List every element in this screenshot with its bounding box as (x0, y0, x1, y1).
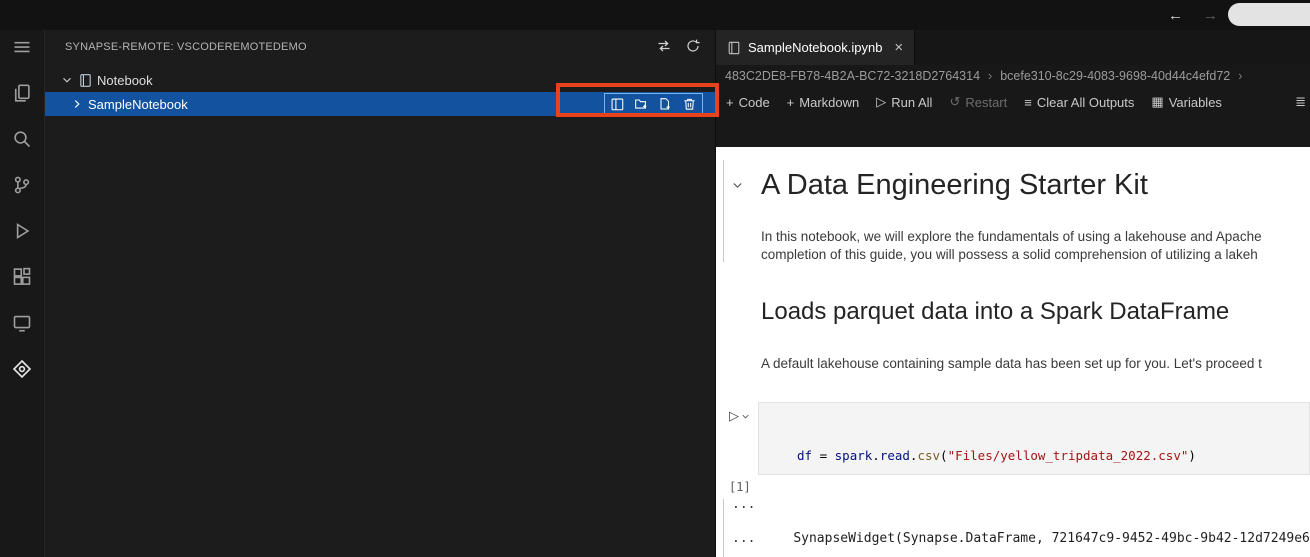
output-collapsed-toggle[interactable]: ... (732, 531, 755, 546)
tab-label: SampleNotebook.ipynb (748, 40, 883, 55)
menu-icon (14, 41, 30, 53)
refresh-icon (687, 39, 700, 52)
plus-icon: + (786, 94, 795, 110)
delete-button[interactable] (682, 97, 697, 112)
execution-count: [1] (729, 480, 751, 494)
markdown-h1: A Data Engineering Starter Kit (761, 169, 1148, 201)
button-label: Code (738, 94, 770, 110)
sidebar: SYNAPSE-REMOTE: VSCODEREMOTEDEMO Noteboo… (45, 30, 715, 557)
run-debug-icon (16, 223, 30, 239)
forward-icon[interactable]: → (1203, 7, 1218, 24)
trash-icon (684, 98, 695, 110)
notebook-toolbar: + Code + Markdown ▷ Run All ↺ Restart ≡ … (716, 87, 1310, 117)
search-box[interactable] (1228, 3, 1310, 26)
activity-bar (0, 30, 45, 557)
sidebar-title: SYNAPSE-REMOTE: VSCODEREMOTEDEMO (65, 41, 307, 53)
output-text: SynapseWidget(Synapse.DataFrame, 721647c… (793, 531, 1310, 546)
activitybar-run-debug[interactable] (5, 214, 39, 248)
close-icon[interactable]: × (894, 39, 903, 56)
back-icon[interactable]: ← (1168, 7, 1183, 24)
tab-samplenotebook[interactable]: SampleNotebook.ipynb × (716, 30, 916, 65)
breadcrumb-item[interactable]: bcefe310-8c29-4083-9698-40d44c4efd72 (1000, 69, 1230, 83)
extensions-icon (13, 267, 31, 285)
button-label: Run All (891, 94, 933, 110)
nav-history: ← → (1168, 0, 1218, 30)
new-file-icon (660, 97, 670, 110)
notebook-content: A Data Engineering Starter Kit In this n… (716, 147, 1310, 557)
output-collapsed-toggle[interactable]: ... (732, 497, 755, 512)
variables-icon: ▦ (1151, 94, 1164, 109)
activitybar-source-control[interactable] (5, 168, 39, 202)
activitybar-explorer[interactable] (5, 76, 39, 110)
vscode-window: ← → SYNAPSE-REMOTE: VSCODEREMOTEDEMO Not… (0, 0, 1310, 557)
activitybar-remote-explorer[interactable] (5, 306, 39, 340)
code-cell[interactable]: df = spark.read.csv("Files/yellow_tripda… (758, 402, 1310, 475)
clear-all-outputs-button[interactable]: ≡ Clear All Outputs (1024, 95, 1134, 110)
button-label: Clear All Outputs (1036, 94, 1135, 110)
code-line-1: df = spark.read.csv("Files/yellow_tripda… (797, 448, 1196, 463)
tree-item-samplenotebook[interactable]: SampleNotebook (45, 92, 715, 116)
menu-button[interactable] (5, 30, 39, 64)
tree-item-inline-actions (604, 93, 703, 115)
switch-workspace-button[interactable] (656, 38, 672, 57)
chevron-down-icon[interactable] (731, 179, 744, 192)
breadcrumb-item[interactable]: 483C2DE8-FB78-4B2A-BC72-3218D2764314 (725, 69, 980, 83)
swap-arrows-icon (658, 40, 670, 51)
tab-bar: SampleNotebook.ipynb × (716, 30, 1310, 65)
remote-explorer-icon (13, 315, 31, 332)
new-file-button[interactable] (658, 97, 673, 112)
add-markdown-button[interactable]: + Markdown (787, 95, 860, 110)
output-row: ... SynapseWidget(Synapse.DataFrame, 721… (732, 531, 1310, 546)
play-icon: ▷ (876, 94, 887, 109)
tree-item-label: Notebook (97, 72, 153, 88)
cell-border (723, 160, 724, 262)
chevron-down-icon (742, 414, 749, 419)
restart-button[interactable]: ↺ Restart (949, 94, 1007, 110)
markdown-paragraph: In this notebook, we will explore the fu… (761, 228, 1262, 263)
cell-border (723, 499, 724, 557)
markdown-paragraph: A default lakehouse containing sample da… (761, 356, 1262, 371)
breadcrumb: 483C2DE8-FB78-4B2A-BC72-3218D2764314 › b… (716, 65, 1310, 87)
chevron-right-icon: › (988, 69, 993, 83)
button-label: Markdown (799, 94, 860, 110)
open-notebook-icon (611, 98, 624, 110)
tree-item-notebook[interactable]: Notebook (45, 68, 715, 92)
sidebar-actions (656, 38, 701, 57)
activitybar-search[interactable] (5, 122, 39, 156)
add-code-button[interactable]: + Code (726, 95, 770, 110)
search-icon (14, 131, 31, 148)
new-folder-button[interactable] (634, 97, 649, 112)
notebook-icon (80, 73, 91, 87)
activitybar-extensions[interactable] (5, 260, 39, 294)
paragraph-line: completion of this guide, you will posse… (761, 246, 1258, 262)
editor-area: SampleNotebook.ipynb × 483C2DE8-FB78-4B2… (715, 30, 1310, 557)
activitybar-synapse[interactable] (5, 352, 39, 386)
button-label: Restart (965, 94, 1008, 110)
run-all-button[interactable]: ▷ Run All (876, 94, 932, 110)
restart-icon: ↺ (949, 94, 961, 109)
notebook-file-icon (728, 41, 740, 54)
tree-item-label: SampleNotebook (88, 96, 188, 112)
open-notebook-button[interactable] (610, 97, 625, 112)
title-bar: ← → (0, 0, 1310, 30)
new-folder-icon (635, 98, 647, 109)
outline-button[interactable]: ≣ (1295, 94, 1306, 110)
clear-all-icon: ≡ (1024, 94, 1032, 110)
run-cell-button[interactable]: ▷ (729, 408, 750, 424)
explorer-icon (14, 84, 30, 102)
chevron-down-icon (63, 77, 71, 83)
source-control-icon (14, 176, 30, 194)
list-icon: ≣ (1295, 94, 1306, 109)
chevron-right-icon: › (1238, 69, 1243, 83)
button-label: Variables (1168, 94, 1222, 110)
paragraph-line: In this notebook, we will explore the fu… (761, 229, 1262, 244)
synapse-icon (12, 359, 32, 379)
refresh-button[interactable] (685, 38, 701, 57)
play-icon: ▷ (729, 408, 739, 423)
markdown-h2: Loads parquet data into a Spark DataFram… (761, 298, 1230, 325)
chevron-right-icon (74, 100, 80, 108)
variables-button[interactable]: ▦ Variables (1151, 94, 1222, 110)
plus-icon: + (726, 94, 734, 110)
sidebar-header: SYNAPSE-REMOTE: VSCODEREMOTEDEMO (45, 30, 715, 64)
